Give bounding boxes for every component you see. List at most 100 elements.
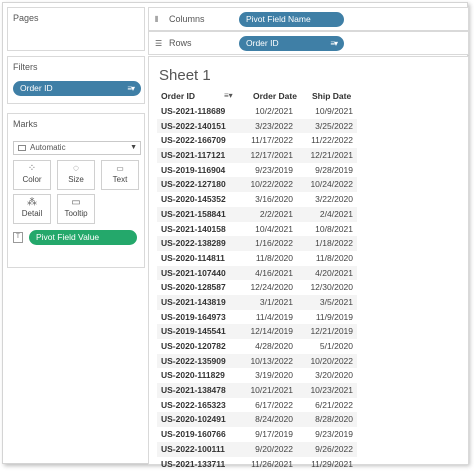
detail-button[interactable]: ⁂ Detail bbox=[13, 194, 51, 224]
order-id-cell: US-2020-102491 bbox=[161, 412, 226, 427]
table-row[interactable]: US-2022-1401513/23/20223/25/2022 bbox=[157, 119, 357, 134]
color-label: Color bbox=[22, 175, 41, 184]
order-id-cell: US-2022-135909 bbox=[161, 354, 226, 369]
size-button[interactable]: ◌ Size bbox=[57, 160, 95, 190]
table-row[interactable]: US-2021-117121 12/17/2021 12/21/2021 bbox=[157, 148, 357, 163]
order-id-cell: US-2021-117121 bbox=[161, 148, 225, 163]
table-row[interactable]: US-2022-1382891/16/20221/18/2022 bbox=[157, 236, 357, 251]
order-id-cell: US-2021-143819 bbox=[161, 295, 226, 310]
rows-label: ☰Rows bbox=[155, 38, 192, 48]
order-date-cell: 2/2/2021 bbox=[260, 207, 293, 222]
order-date-cell: 12/17/2021 bbox=[250, 148, 293, 163]
order-date-cell: 11/8/2020 bbox=[256, 251, 293, 266]
table-row[interactable]: US-2021-1074404/16/20214/20/2021 bbox=[157, 266, 357, 281]
header-ship-date[interactable]: Ship Date bbox=[312, 91, 351, 101]
order-date-cell: 10/2/2021 bbox=[255, 104, 293, 119]
header-order-date[interactable]: Order Date bbox=[253, 91, 297, 101]
order-date-cell: 10/4/2021 bbox=[255, 222, 293, 237]
order-date-cell: 3/1/2021 bbox=[260, 295, 293, 310]
size-icon: ◌ bbox=[58, 161, 94, 175]
order-id-cell: US-2020-114811 bbox=[161, 251, 225, 266]
table-row[interactable]: US-2022-12718010/22/202210/24/2022 bbox=[157, 177, 357, 192]
order-date-cell: 9/20/2022 bbox=[255, 442, 293, 457]
columns-icon: ⦀ bbox=[155, 15, 169, 25]
ship-date-cell: 1/18/2022 bbox=[315, 236, 353, 251]
chevron-down-icon: ▼ bbox=[130, 142, 137, 154]
order-date-cell: 3/19/2020 bbox=[255, 368, 293, 383]
ship-date-cell: 10/24/2022 bbox=[310, 177, 353, 192]
table-row[interactable]: US-2021-1438193/1/20213/5/2021 bbox=[157, 295, 357, 310]
table-row[interactable]: US-2020-1207824/28/20205/1/2020 bbox=[157, 339, 357, 354]
order-date-cell: 12/14/2019 bbox=[250, 324, 293, 339]
detail-label: Detail bbox=[22, 209, 42, 218]
order-id-cell: US-2021-107440 bbox=[161, 266, 226, 281]
order-date-cell: 10/13/2022 bbox=[250, 354, 293, 369]
ship-date-cell: 12/30/2020 bbox=[310, 280, 353, 295]
ship-date-cell: 9/26/2022 bbox=[315, 442, 353, 457]
table-row[interactable]: US-2022-13590910/13/202210/20/2022 bbox=[157, 354, 357, 369]
ship-date-cell: 3/25/2022 bbox=[315, 119, 353, 134]
order-id-cell: US-2022-165323 bbox=[161, 398, 226, 413]
rows-pill-label: Order ID bbox=[246, 38, 279, 48]
order-date-cell: 10/21/2021 bbox=[250, 383, 293, 398]
ship-date-cell: 3/22/2020 bbox=[315, 192, 353, 207]
table-row[interactable]: US-2019-1607669/17/20199/23/2019 bbox=[157, 427, 357, 442]
ship-date-cell: 12/21/2021 bbox=[310, 148, 353, 163]
tableau-worksheet: Pages Filters Order ID ≡▾ Marks Automati… bbox=[2, 2, 468, 464]
sort-icon: ≡▾ bbox=[127, 81, 134, 96]
order-date-cell: 4/28/2020 bbox=[255, 339, 293, 354]
order-id-cell: US-2019-145541 bbox=[161, 324, 226, 339]
table-row[interactable]: US-2019-16497311/4/201911/9/2019 bbox=[157, 310, 357, 325]
sheet-view[interactable]: Sheet 1 Order ID ≡▾ Order Date Ship Date… bbox=[148, 56, 469, 465]
sort-icon[interactable]: ≡▾ bbox=[224, 91, 233, 100]
table-row[interactable]: US-2022-100111 9/20/2022 9/26/2022 bbox=[157, 442, 357, 457]
ship-date-cell: 3/20/2020 bbox=[315, 368, 353, 383]
rows-shelf[interactable]: ☰Rows Order ID ≡▾ bbox=[148, 31, 469, 55]
filters-card[interactable]: Filters Order ID ≡▾ bbox=[7, 56, 145, 104]
mark-type-icon bbox=[18, 145, 26, 151]
order-id-cell: US-2020-145352 bbox=[161, 192, 226, 207]
order-id-cell: US-2020-128587 bbox=[161, 280, 226, 295]
table-row[interactable]: US-2021-140158 10/4/2021 10/8/2021 bbox=[157, 222, 357, 237]
pages-card[interactable]: Pages bbox=[7, 7, 145, 51]
color-button[interactable]: ⁘ Color bbox=[13, 160, 51, 190]
order-date-cell: 8/24/2020 bbox=[255, 412, 293, 427]
table-row[interactable]: US-2021-1588412/2/20212/4/2021 bbox=[157, 207, 357, 222]
filter-pill-order-id[interactable]: Order ID ≡▾ bbox=[13, 81, 141, 96]
order-id-cell: US-2021-140158 bbox=[161, 222, 226, 237]
filters-title: Filters bbox=[13, 62, 38, 72]
columns-shelf[interactable]: ⦀Columns Pivot Field Name bbox=[148, 7, 469, 31]
tooltip-button[interactable]: ▭ Tooltip bbox=[57, 194, 95, 224]
columns-pill-pivot-field-name[interactable]: Pivot Field Name bbox=[239, 12, 344, 27]
mark-type-select[interactable]: Automatic ▼ bbox=[13, 141, 141, 155]
order-id-cell: US-2022-100111 bbox=[161, 442, 225, 457]
order-id-cell: US-2020-111829 bbox=[161, 368, 225, 383]
table-row[interactable]: US-2020-111829 3/19/2020 3/20/2020 bbox=[157, 368, 357, 383]
order-date-cell: 9/17/2019 bbox=[255, 427, 293, 442]
ship-date-cell: 10/9/2021 bbox=[315, 104, 353, 119]
ship-date-cell: 5/1/2020 bbox=[320, 339, 353, 354]
text-button[interactable]: ▭ Text bbox=[101, 160, 139, 190]
ship-date-cell: 10/23/2021 bbox=[310, 383, 353, 398]
sheet-title: Sheet 1 bbox=[159, 67, 211, 84]
pages-title: Pages bbox=[13, 13, 39, 23]
order-id-cell: US-2019-116904 bbox=[161, 163, 225, 178]
table-row[interactable]: US-2022-16670911/17/202211/22/2022 bbox=[157, 133, 357, 148]
table-row[interactable]: US-2019-1169049/23/20199/28/2019 bbox=[157, 163, 357, 178]
marks-pill-pivot-field-value[interactable]: Pivot Field Value bbox=[29, 230, 137, 245]
ship-date-cell: 10/8/2021 bbox=[315, 222, 353, 237]
table-row[interactable]: US-2021-13847810/21/202110/23/2021 bbox=[157, 383, 357, 398]
order-id-cell: US-2022-140151 bbox=[161, 119, 226, 134]
table-row[interactable]: US-2020-11481111/8/202011/8/2020 bbox=[157, 251, 357, 266]
header-order-id[interactable]: Order ID bbox=[161, 91, 195, 101]
text-label: Text bbox=[113, 175, 128, 184]
rows-pill-order-id[interactable]: Order ID ≡▾ bbox=[239, 36, 344, 51]
table-row[interactable]: US-2020-12858712/24/202012/30/2020 bbox=[157, 280, 357, 295]
table-row[interactable]: US-2022-1653236/17/20226/21/2022 bbox=[157, 398, 357, 413]
table-row[interactable]: US-2020-1024918/24/20208/28/2020 bbox=[157, 412, 357, 427]
table-row[interactable]: US-2019-14554112/14/201912/21/2019 bbox=[157, 324, 357, 339]
columns-label: ⦀Columns bbox=[155, 14, 205, 25]
marks-title: Marks bbox=[13, 119, 38, 129]
table-row[interactable]: US-2021-11868910/2/202110/9/2021 bbox=[157, 104, 357, 119]
table-row[interactable]: US-2020-1453523/16/20203/22/2020 bbox=[157, 192, 357, 207]
